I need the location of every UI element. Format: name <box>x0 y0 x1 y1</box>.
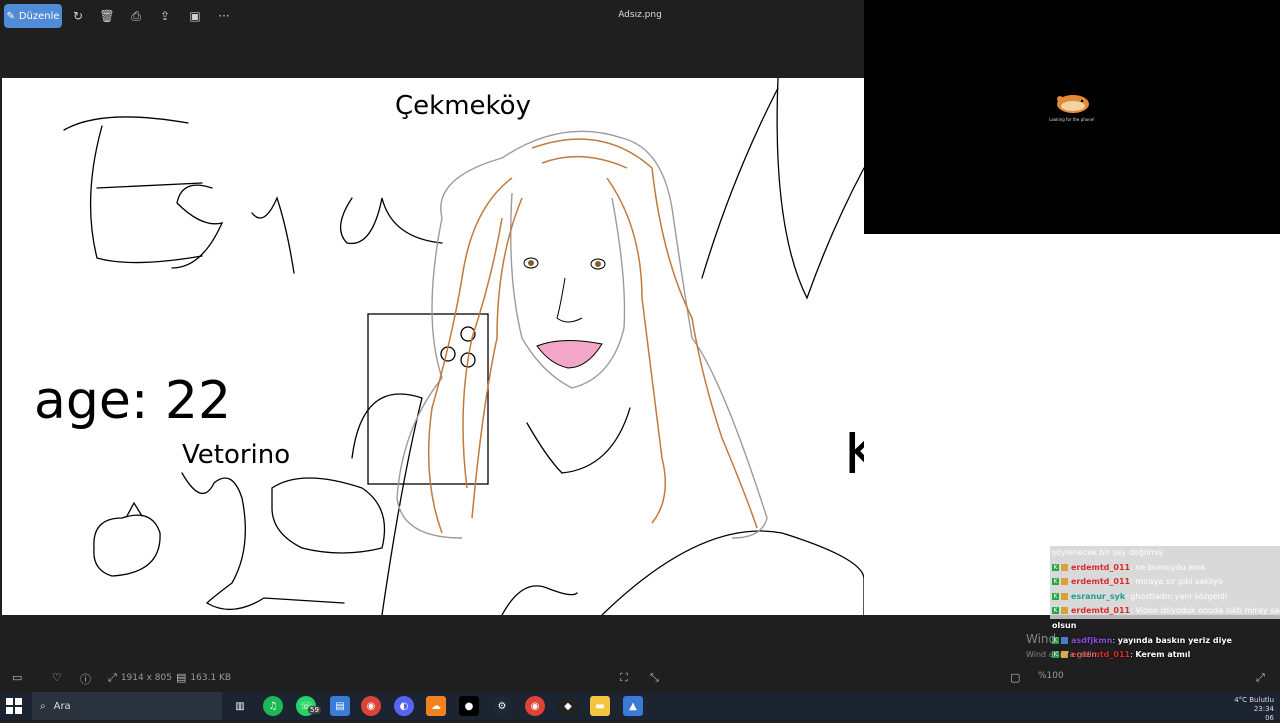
chat-text: ghostladın yani sözgeldi <box>1130 591 1228 601</box>
actual-size-icon[interactable]: ⤡ <box>650 671 659 685</box>
chat-text: söylenecek bir şey değilmiş <box>1052 548 1163 557</box>
spotify-icon[interactable]: ♫ <box>263 696 283 716</box>
chrome-profile-icon[interactable]: ◉ <box>525 696 545 716</box>
favorite-icon[interactable]: ♡ <box>52 671 62 684</box>
pencil-icon: ✎ <box>6 10 15 22</box>
clock-time: 23:34 <box>1253 705 1274 713</box>
edit-image-icon[interactable]: ▣ <box>187 8 203 24</box>
subscriber-badge-icon <box>1061 607 1068 615</box>
chat-username[interactable]: asdfjkmn <box>1071 636 1112 645</box>
subscriber-badge-icon <box>1061 592 1068 600</box>
windows-start-icon[interactable] <box>6 698 22 714</box>
discord-icon[interactable]: ◐ <box>394 696 414 716</box>
chat-username[interactable]: erdemtd_011 <box>1071 563 1130 572</box>
chat-text: Video izliyoduk onuda sikti miray sağ <box>1135 606 1280 616</box>
chat-message: söylenecek bir şey değilmiş <box>1050 546 1280 561</box>
taskbar-search[interactable]: ⌕ Ara <box>32 692 222 720</box>
delete-icon[interactable]: 🗑 <box>99 8 115 24</box>
subscriber-badge-icon <box>1061 563 1068 571</box>
photos-app-icon[interactable]: ▲ <box>623 696 643 716</box>
chat-username[interactable]: esranur_syk <box>1071 592 1125 601</box>
chat-message: Kerdemtd_011: miraya sır gibi saklıyo <box>1050 575 1280 590</box>
chat-text: miraya sır gibi saklıyo <box>1135 577 1223 587</box>
chat-text: ne bumuydu amk <box>1135 562 1206 572</box>
steam-icon[interactable]: ⚙ <box>492 696 512 716</box>
edit-button-label: Düzenle <box>18 10 60 22</box>
zoom-level[interactable]: %100 <box>1038 671 1064 681</box>
chat-username[interactable]: erdemtd_011 <box>1071 606 1130 615</box>
photos-toolbar: ✎ Düzenle ↻ 🗑 ⎙ ⇪ ▣ ··· Adsız.png <box>0 0 864 78</box>
clock-date: 06 <box>1265 714 1274 722</box>
info-icon[interactable]: ⓘ <box>80 671 91 687</box>
task-view-icon[interactable]: ▥ <box>230 696 250 716</box>
chat-text: Kerem atmıl <box>1135 650 1191 660</box>
windows-activation-watermark-sub: Wind arlar'a gidin. <box>1026 650 1100 659</box>
webcam-caption: Looking for the phone! <box>1049 117 1095 122</box>
fit-icon[interactable]: ⛶ <box>620 671 628 685</box>
moderator-badge-icon: K <box>1052 563 1059 571</box>
chat-message: Kerdemtd_011: Video izliyoduk onuda sikt… <box>1050 604 1280 619</box>
app-icon[interactable]: ◆ <box>558 696 578 716</box>
image-dimensions: ⤢ 1914 x 805 <box>108 671 172 685</box>
more-icon[interactable]: ··· <box>216 8 232 24</box>
taskbar: ⌕ Ara ▥ ♫ ☏ 59 ▤ ◉ ◐ ☁ ● ⚙ ◉ ◆ ▬ ▲ 4°C B… <box>0 692 1280 723</box>
print-icon[interactable]: ⎙ <box>128 8 144 24</box>
file-title: Adsız.png <box>618 10 662 20</box>
chrome-icon[interactable]: ◉ <box>361 696 381 716</box>
subscriber-badge-icon <box>1061 578 1068 586</box>
hamster-icon <box>1057 95 1089 113</box>
file-size-text: 163.1 KB <box>190 672 232 683</box>
chat-message: Kerdemtd_011: ne bumuydu amk <box>1050 560 1280 576</box>
fullscreen-icon[interactable]: ⤢ <box>1256 671 1265 685</box>
moderator-badge-icon: K <box>1052 578 1059 586</box>
share-icon[interactable]: ⇪ <box>157 8 173 24</box>
explorer-icon[interactable]: ▬ <box>590 696 610 716</box>
file-size-icon: ▤ <box>176 671 187 684</box>
chat-username[interactable]: erdemtd_011 <box>1071 577 1130 586</box>
files-icon[interactable]: ▤ <box>330 696 350 716</box>
dimensions-text: 1914 x 805 <box>120 673 172 683</box>
moderator-badge-icon: K <box>1052 592 1059 600</box>
system-tray: 4°C Bulutlu 23:34 06 <box>1234 696 1274 723</box>
chat-message: Kasdfjkmn: yayında baskın yeriz diye <box>1050 634 1280 649</box>
drawing-text-pet: Vetorino <box>182 440 290 470</box>
moderator-badge-icon: K <box>1052 607 1059 615</box>
drawing-text-location: Çekmeköy <box>395 91 531 121</box>
chat-message: Kesranur_syk: ghostladın yani sözgeldi <box>1050 589 1280 605</box>
status-bar: ▭ ♡ ⓘ ⤢ 1914 x 805 ▤ 163.1 KB ⛶ ⤡ ▢ %100… <box>0 662 1280 692</box>
windows-activation-watermark: Wind <box>1026 632 1057 646</box>
fit-window-icon[interactable]: ▢ <box>1010 671 1020 684</box>
chat-text: olsun <box>1052 620 1077 630</box>
image-canvas[interactable]: Çekmeköy age: 22 Vetorino Kastamonu <box>2 78 864 615</box>
chat-text: yayında baskın yeriz diye <box>1117 635 1232 645</box>
weather-text: 4°C Bulutlu <box>1234 696 1274 704</box>
drawing: Çekmeköy age: 22 Vetorino Kastamonu <box>34 78 864 615</box>
file-size: ▤ 163.1 KB <box>176 671 231 684</box>
drawing-text-age: age: 22 <box>34 371 231 431</box>
edit-button[interactable]: ✎ Düzenle <box>4 4 62 28</box>
whatsapp-badge: 59 <box>308 706 321 714</box>
obs-icon[interactable]: ● <box>459 696 479 716</box>
cloud-icon[interactable]: ☁ <box>426 696 446 716</box>
search-placeholder: Ara <box>53 700 71 712</box>
drawing-text-city: Kastamonu <box>844 422 864 487</box>
dimensions-icon: ⤢ <box>108 671 117 684</box>
filmstrip-icon[interactable]: ▭ <box>12 671 22 684</box>
subscriber-badge-icon <box>1061 636 1068 644</box>
rotate-icon[interactable]: ↻ <box>70 8 86 24</box>
chat-message: olsun <box>1050 619 1280 634</box>
search-icon: ⌕ <box>40 700 46 712</box>
